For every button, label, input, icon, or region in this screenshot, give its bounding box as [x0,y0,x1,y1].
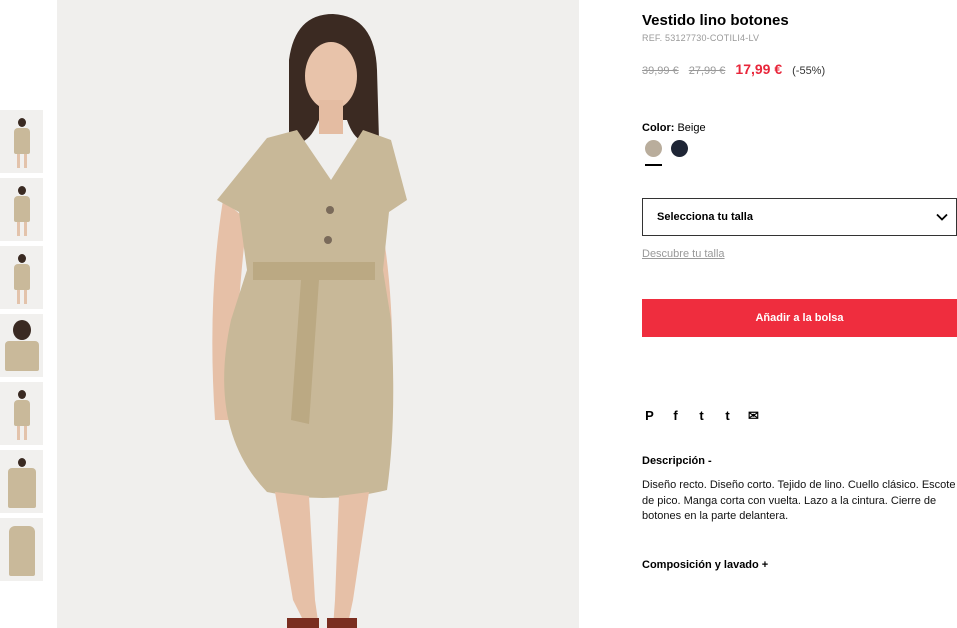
dress-photo [57,0,579,628]
discount-badge: (-55%) [792,65,826,77]
facebook-icon[interactable]: f [669,408,682,424]
swatch-beige[interactable] [645,140,662,157]
chevron-down-icon [936,213,948,221]
twitter-icon[interactable]: t [695,408,708,424]
current-price: 17,99 € [735,61,783,77]
thumbnail-5[interactable] [0,382,43,445]
selected-swatch-indicator [645,164,662,166]
dress-thumbnail-figure [7,450,36,508]
color-label: Color: Beige [642,122,706,134]
previous-price: 27,99 € [688,65,726,77]
size-select-label: Selecciona tu talla [657,211,753,223]
original-price: 39,99 € [642,65,679,77]
dress-thumbnail-figure [8,522,35,576]
composition-toggle[interactable]: Composición y lavado + [642,559,768,571]
tumblr-icon[interactable]: t [721,408,734,424]
description-text: Diseño recto. Diseño corto. Tejido de li… [642,479,956,522]
size-select[interactable]: Selecciona tu talla [642,198,957,236]
thumbnail-7[interactable] [0,518,43,581]
dress-thumbnail-figure [13,246,30,304]
price-row: 39,99 € 27,99 € 17,99 € (-55%) [642,61,825,77]
thumbnail-6[interactable] [0,450,43,513]
product-main-image[interactable] [57,0,579,628]
dress-thumbnail-figure [4,316,39,371]
color-value: Beige [677,122,706,134]
swatch-navy[interactable] [671,140,688,157]
add-to-bag-button[interactable]: Añadir a la bolsa [642,299,957,337]
product-title: Vestido lino botones [642,12,789,29]
color-swatches [645,140,688,157]
thumbnail-list [0,110,43,586]
dress-thumbnail-figure [13,382,30,440]
thumbnail-2[interactable] [0,178,43,241]
pinterest-icon[interactable]: P [643,408,656,424]
product-ref: REF. 53127730-COTILI4-LV [642,33,760,43]
thumbnail-1[interactable] [0,110,43,173]
description-toggle[interactable]: Descripción - [642,455,712,467]
dress-thumbnail-figure [13,110,30,168]
thumbnail-3[interactable] [0,246,43,309]
thumbnail-4[interactable] [0,314,43,377]
social-share: P f t t ✉ [643,408,760,424]
size-guide-link[interactable]: Descubre tu talla [642,248,725,260]
dress-thumbnail-figure [13,178,30,236]
email-icon[interactable]: ✉ [747,408,760,424]
color-label-title: Color: [642,122,675,134]
